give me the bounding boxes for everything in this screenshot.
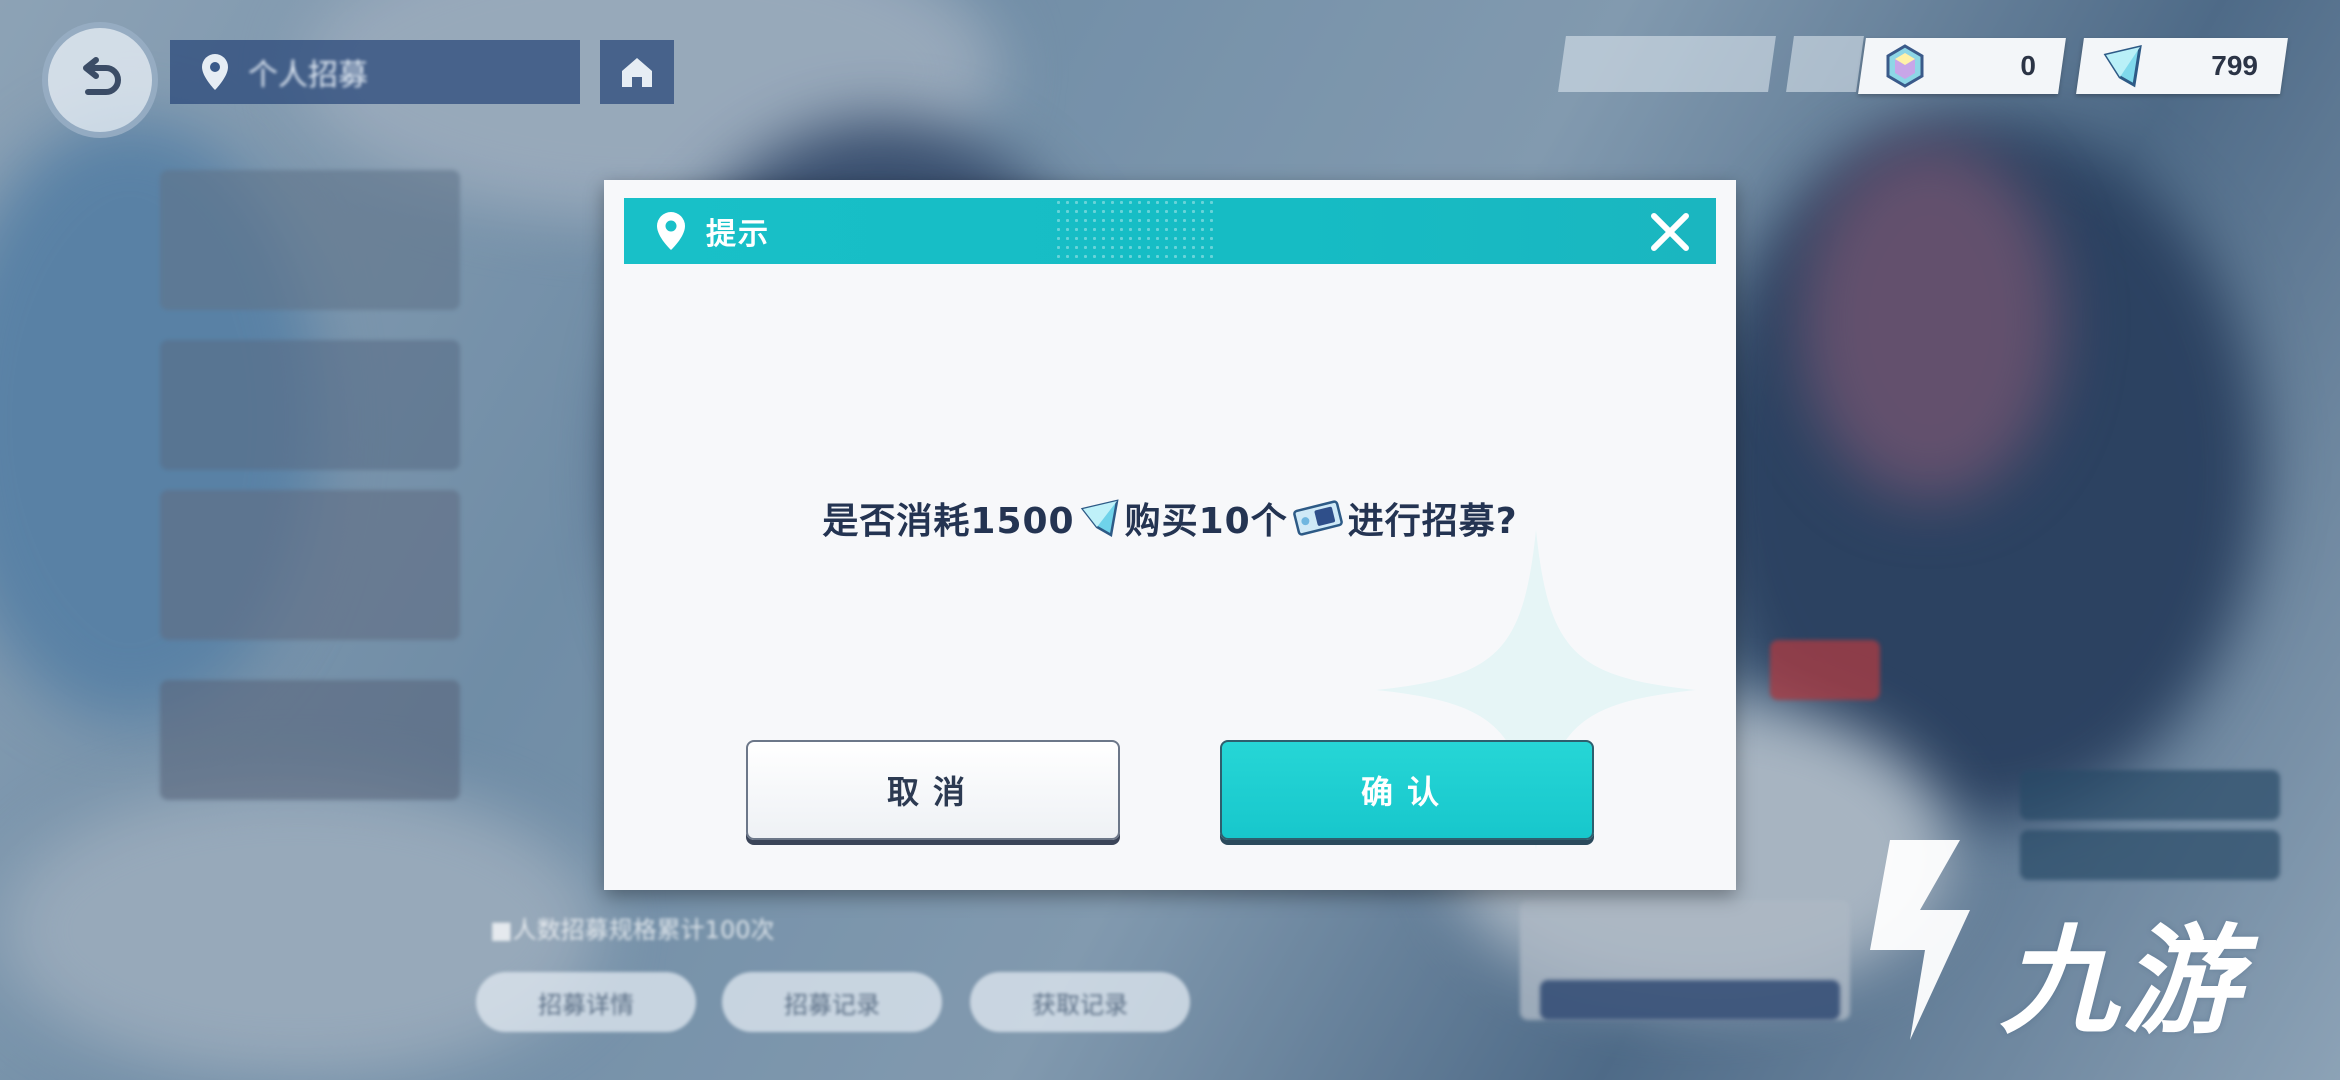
- currency-value: 799: [2211, 50, 2258, 81]
- rainbow-crystal-icon: [1886, 44, 1924, 88]
- currency-ghost: [1786, 36, 1864, 92]
- home-icon: [622, 58, 652, 87]
- nav-title: 个人招募: [248, 58, 368, 93]
- header-dot-pattern: [1054, 198, 1214, 264]
- location-pin-icon: [657, 212, 685, 250]
- bg-button-details: 招募详情: [476, 972, 696, 1032]
- location-pin-icon: [202, 54, 228, 90]
- blue-crystal-icon: [1080, 499, 1119, 537]
- currency-blue-crystal[interactable]: 799: [2076, 38, 2288, 94]
- bg-button-obtain: 获取记录: [970, 972, 1190, 1032]
- currency-rainbow-crystal[interactable]: 0: [1858, 38, 2066, 94]
- currency-ghost: [1558, 36, 1776, 92]
- message-part: 购买10个: [1124, 501, 1288, 542]
- dialog-message: 是否消耗1500 购买10个 进行招募?: [604, 492, 1736, 544]
- message-part: 是否消耗1500: [822, 501, 1075, 542]
- dialog-title: 提示: [706, 217, 770, 252]
- confirm-dialog: 提示 是否消耗1500 购买10个 进行招募? 取消 确认: [604, 180, 1736, 890]
- bg-button-records: 招募记录: [722, 972, 942, 1032]
- watermark: 九游: [1850, 830, 2300, 1050]
- confirm-button[interactable]: 确认: [1220, 740, 1594, 840]
- watermark-text: 九游: [2000, 912, 2245, 1050]
- blue-ticket-crystal-icon: [2103, 45, 2142, 88]
- cancel-button[interactable]: 取消: [746, 740, 1120, 840]
- background-caption: ■人数招募规格累计100次: [490, 916, 775, 944]
- message-part: 进行招募?: [1347, 501, 1518, 542]
- recruit-ticket-icon: [1292, 500, 1343, 536]
- back-arrow-icon: [83, 57, 121, 95]
- close-icon: [1651, 213, 1689, 251]
- back-button[interactable]: [42, 22, 158, 138]
- home-button[interactable]: [600, 40, 674, 104]
- nav-breadcrumb: 个人招募: [170, 40, 580, 104]
- watermark-logo-icon: [1870, 840, 1970, 1040]
- currency-value: 0: [2020, 50, 2036, 81]
- close-button[interactable]: [1648, 210, 1692, 254]
- dialog-header: 提示: [624, 198, 1716, 264]
